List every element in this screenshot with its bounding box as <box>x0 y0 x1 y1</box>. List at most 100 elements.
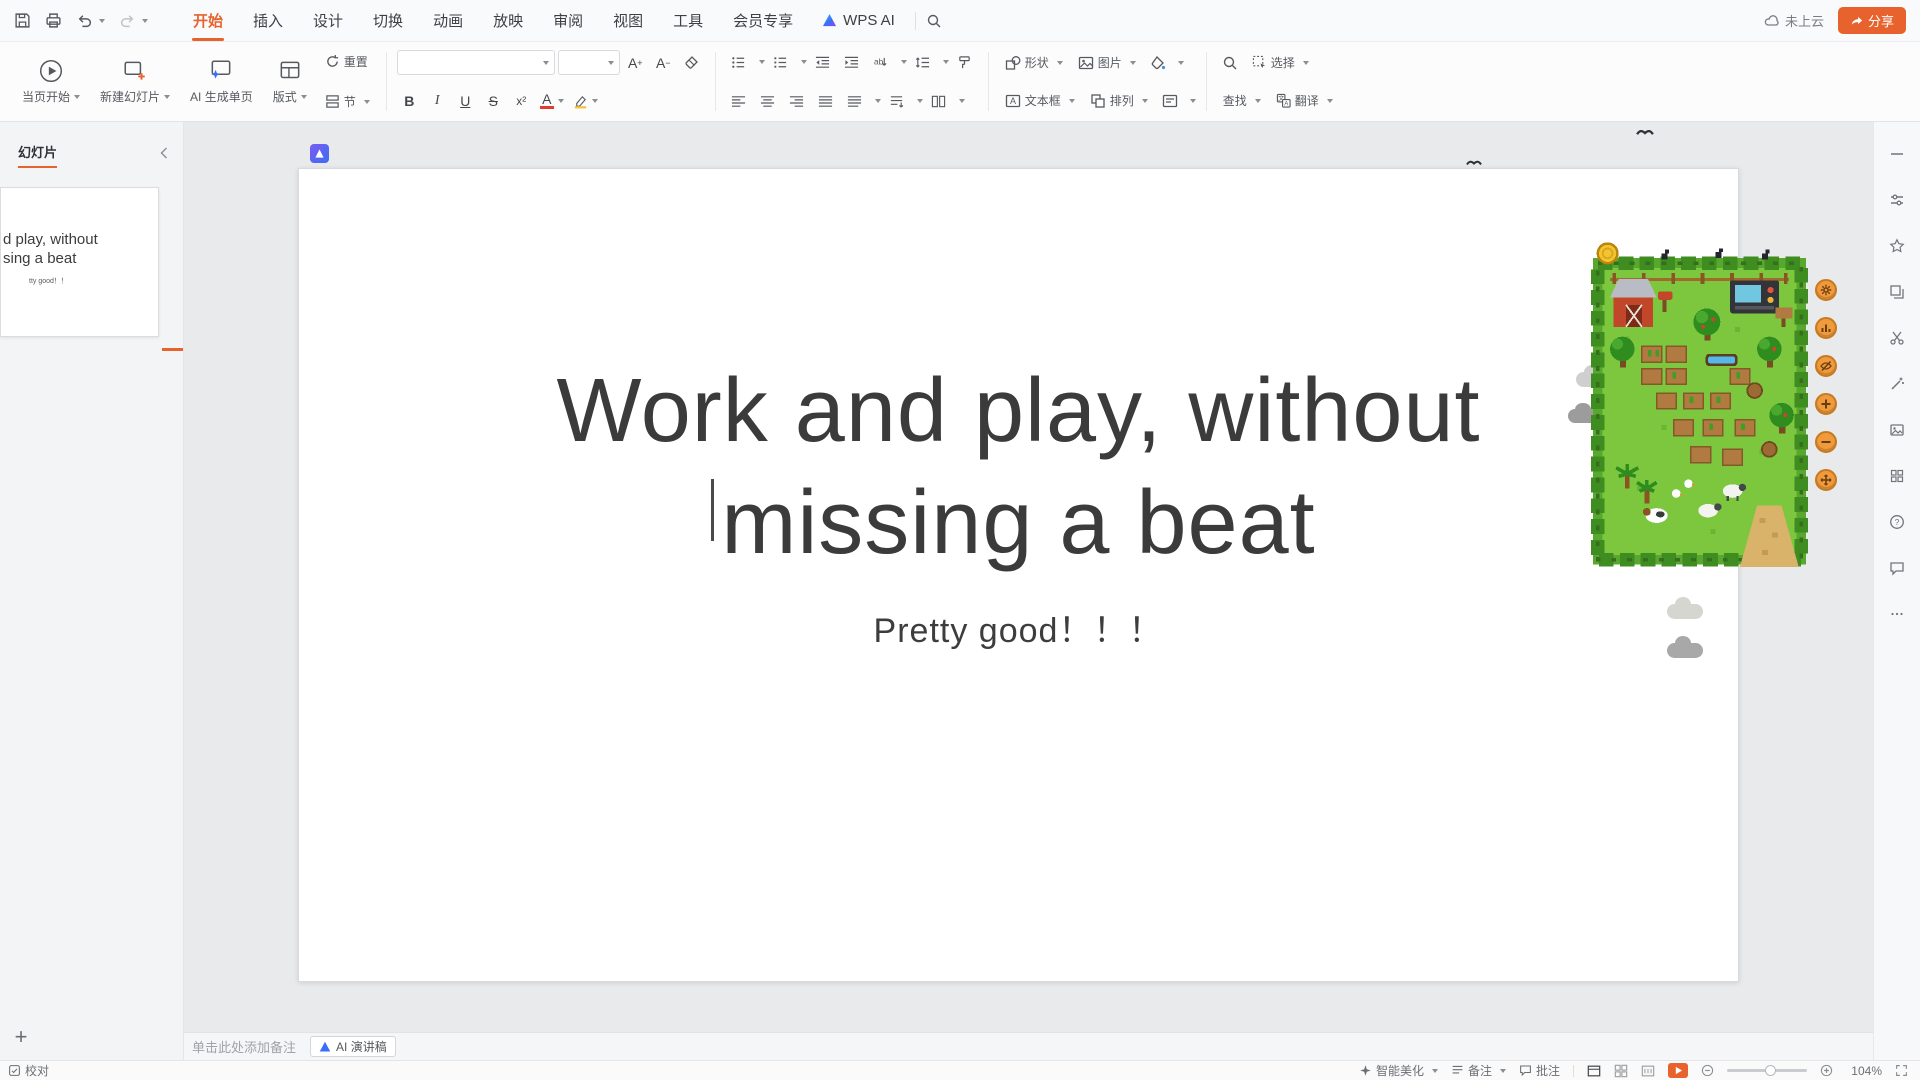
section-button[interactable]: 节 <box>319 90 376 113</box>
select-button[interactable]: 选择 <box>1246 50 1315 75</box>
tab-home[interactable]: 开始 <box>178 0 238 41</box>
ai-script-button[interactable]: AI 演讲稿 <box>310 1036 396 1057</box>
reading-view-button[interactable] <box>1641 1064 1655 1078</box>
save-button[interactable] <box>10 8 35 33</box>
layout-button[interactable]: 版式 <box>265 48 315 115</box>
clear-format-button[interactable] <box>679 51 705 75</box>
format-painter-button[interactable] <box>952 50 978 74</box>
start-from-current-button[interactable]: 当页开始 <box>14 48 88 115</box>
decrease-indent-button[interactable] <box>810 50 836 74</box>
smart-beautify-button[interactable]: 智能美化 <box>1359 1062 1438 1079</box>
tab-design[interactable]: 设计 <box>298 0 358 41</box>
slide-master-button[interactable] <box>1157 89 1183 113</box>
redo-button[interactable] <box>115 8 152 33</box>
fill-color-button[interactable] <box>1145 51 1171 75</box>
slide-1[interactable]: Work and play, without missing a beat Pr… <box>298 168 1739 982</box>
tab-insert[interactable]: 插入 <box>238 0 298 41</box>
tab-animation[interactable]: 动画 <box>418 0 478 41</box>
tab-wps-ai[interactable]: WPS AI <box>808 0 909 41</box>
increase-font-button[interactable]: A+ <box>623 51 648 75</box>
underline-button[interactable]: U <box>453 89 478 113</box>
undo-dropdown-caret[interactable] <box>99 19 105 23</box>
share-button[interactable]: 分享 <box>1838 7 1906 34</box>
farm-game-overlay[interactable] <box>1588 241 1811 572</box>
tab-tools[interactable]: 工具 <box>658 0 718 41</box>
italic-button[interactable]: I <box>425 89 450 113</box>
scissors-icon[interactable] <box>1887 328 1907 348</box>
zoom-slider[interactable] <box>1727 1069 1807 1072</box>
comment-icon[interactable] <box>1887 558 1907 578</box>
help-icon[interactable]: ? <box>1887 512 1907 532</box>
game-stats-button[interactable] <box>1815 317 1837 339</box>
collapse-ribbon-icon[interactable] <box>1887 144 1907 164</box>
increase-indent-button[interactable] <box>839 50 865 74</box>
font-size-combo[interactable] <box>558 50 620 75</box>
ai-assistant-button[interactable] <box>310 144 329 163</box>
line-spacing-button[interactable] <box>910 50 936 74</box>
superscript-button[interactable]: x² <box>509 89 534 113</box>
font-name-combo[interactable] <box>397 50 555 75</box>
slide-thumbnail-1[interactable]: d play, without sing a beat tty good！！ <box>0 187 159 337</box>
textbox-button[interactable]: A 文本框 <box>999 88 1081 113</box>
collapse-panel-chevron[interactable] <box>159 146 169 164</box>
game-settings-button[interactable] <box>1815 279 1837 301</box>
undo-button[interactable] <box>72 8 109 33</box>
align-right-button[interactable] <box>784 89 810 113</box>
zoom-in-button[interactable] <box>1820 1064 1833 1077</box>
slide-sorter-view-button[interactable] <box>1614 1064 1628 1078</box>
print-button[interactable] <box>41 8 66 33</box>
normal-view-button[interactable] <box>1587 1064 1601 1078</box>
notes-placeholder[interactable]: 单击此处添加备注 <box>192 1037 296 1056</box>
copy-layers-icon[interactable] <box>1887 282 1907 302</box>
tab-transition[interactable]: 切换 <box>358 0 418 41</box>
redo-dropdown-caret[interactable] <box>142 19 148 23</box>
find-button[interactable]: 查找 <box>1217 88 1267 113</box>
more-options-icon[interactable] <box>1887 604 1907 624</box>
star-favorite-icon[interactable] <box>1887 236 1907 256</box>
arrange-button[interactable]: 排列 <box>1084 88 1154 113</box>
zoom-slider-handle[interactable] <box>1765 1065 1776 1076</box>
reset-button[interactable]: 重置 <box>319 50 376 73</box>
slide-subtitle-textbox[interactable]: Pretty good！！！ <box>299 603 1738 652</box>
game-zoom-out-button[interactable] <box>1815 431 1837 453</box>
justify-button[interactable] <box>813 89 839 113</box>
picture-button[interactable]: 图片 <box>1072 50 1142 75</box>
zoom-out-button[interactable] <box>1701 1064 1714 1077</box>
zoom-level[interactable]: 104% <box>1846 1064 1882 1078</box>
grid-apps-icon[interactable] <box>1887 466 1907 486</box>
tab-slideshow[interactable]: 放映 <box>478 0 538 41</box>
comments-toggle-button[interactable]: 批注 <box>1519 1062 1560 1079</box>
proofread-button[interactable]: 校对 <box>8 1062 49 1079</box>
notes-toggle-button[interactable]: 备注 <box>1451 1062 1506 1079</box>
ai-generate-page-button[interactable]: AI 生成单页 <box>182 48 261 115</box>
bullet-list-button[interactable] <box>726 50 752 74</box>
new-slide-button[interactable]: 新建幻灯片 <box>92 48 178 115</box>
bold-button[interactable]: B <box>397 89 422 113</box>
slides-panel-tab[interactable]: 幻灯片 <box>18 142 57 168</box>
magic-wand-icon[interactable] <box>1887 374 1907 394</box>
font-color-button[interactable]: A <box>537 89 567 113</box>
tab-review[interactable]: 审阅 <box>538 0 598 41</box>
tab-member[interactable]: 会员专享 <box>718 0 808 41</box>
decrease-font-button[interactable]: A− <box>651 51 676 75</box>
slide-title-textbox[interactable]: Work and play, without missing a beat <box>299 355 1738 579</box>
game-hide-button[interactable] <box>1815 355 1837 377</box>
strikethrough-button[interactable]: S <box>481 89 506 113</box>
align-left-button[interactable] <box>726 89 752 113</box>
image-assets-icon[interactable] <box>1887 420 1907 440</box>
zoom-find-button[interactable] <box>1217 51 1243 75</box>
adjust-sliders-icon[interactable] <box>1887 190 1907 210</box>
paragraph-spacing-button[interactable] <box>884 89 910 113</box>
shapes-button[interactable]: 形状 <box>999 50 1069 75</box>
highlight-color-button[interactable] <box>570 89 601 113</box>
fit-slide-button[interactable] <box>1895 1064 1908 1077</box>
search-button[interactable] <box>922 9 946 33</box>
cloud-status[interactable]: 未上云 <box>1764 11 1824 30</box>
columns-button[interactable] <box>926 89 952 113</box>
translate-button[interactable]: 文A 翻译 <box>1270 88 1339 113</box>
align-center-button[interactable] <box>755 89 781 113</box>
game-move-button[interactable] <box>1815 469 1837 491</box>
add-slide-button[interactable]: + <box>8 1024 34 1050</box>
editor-canvas[interactable]: Work and play, without missing a beat Pr… <box>184 122 1873 1060</box>
tab-view[interactable]: 视图 <box>598 0 658 41</box>
